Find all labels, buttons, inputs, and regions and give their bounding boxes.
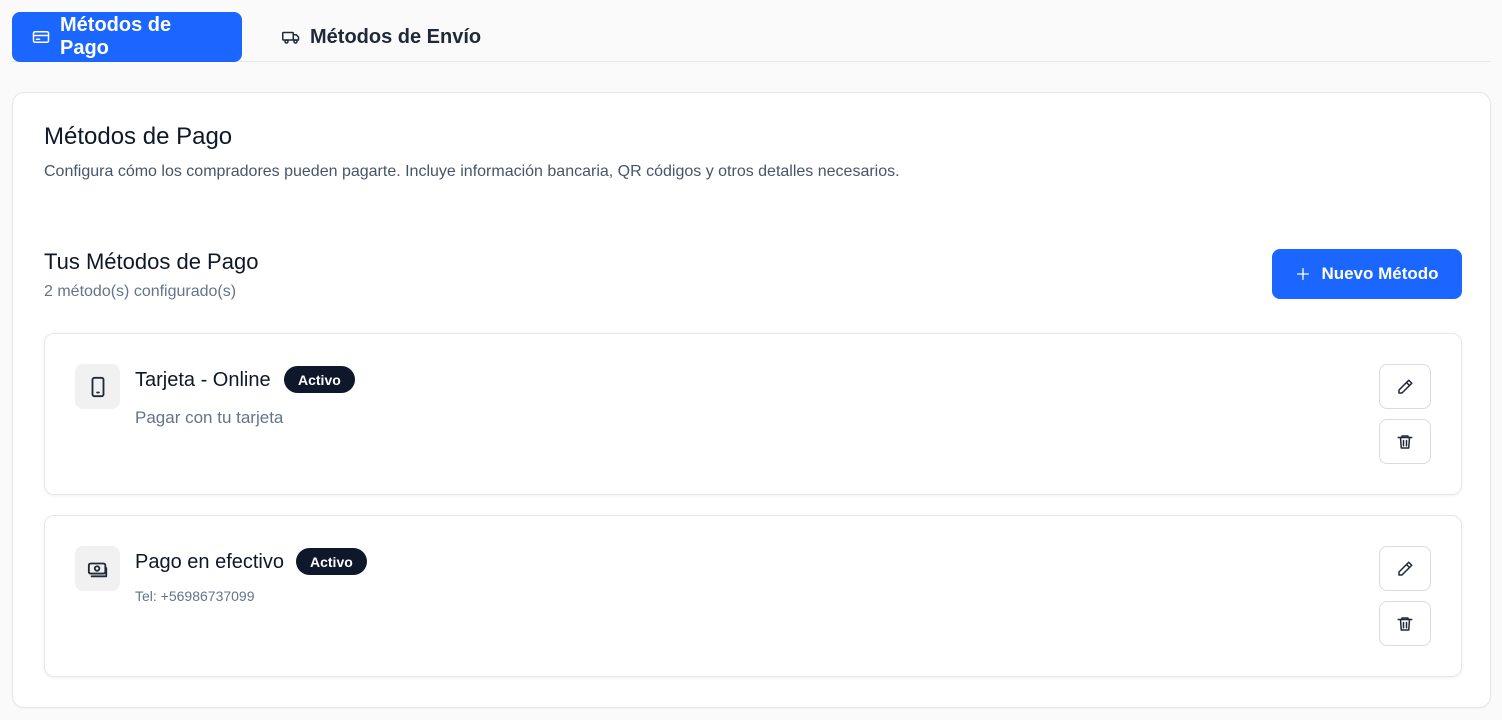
methods-count: 2 método(s) configurado(s) [44, 283, 237, 300]
delete-method-button[interactable] [1379, 601, 1431, 646]
tab-shipping-methods[interactable]: Métodos de Envío [242, 12, 501, 62]
payment-method-card: Pago en efectivo Activo Tel: +5698673709… [44, 515, 1462, 677]
page-title: Métodos de Pago [44, 123, 233, 150]
new-method-button[interactable]: Nuevo Método [1272, 249, 1462, 299]
tab-bar: Métodos de Pago Métodos de Envío [12, 12, 1491, 62]
method-icon-container [75, 546, 120, 591]
method-icon-container [75, 364, 120, 409]
new-method-label: Nuevo Método [1321, 264, 1439, 283]
payment-methods-panel: Métodos de Pago Configura cómo los compr… [12, 92, 1491, 708]
tab-label: Métodos de Pago [60, 14, 172, 59]
edit-method-button[interactable] [1379, 546, 1431, 591]
method-description: Tel: +56986737099 [135, 588, 255, 604]
status-badge: Activo [296, 548, 367, 575]
edit-method-button[interactable] [1379, 364, 1431, 409]
method-name: Tarjeta - Online [135, 369, 271, 391]
status-badge: Activo [284, 366, 355, 393]
pencil-icon [1398, 379, 1413, 394]
plus-icon [1297, 268, 1310, 280]
payment-method-card: Tarjeta - Online Activo Pagar con tu tar… [44, 333, 1462, 495]
truck-icon [282, 31, 300, 44]
delete-method-button[interactable] [1379, 419, 1431, 464]
page-description: Configura cómo los compradores pueden pa… [44, 163, 900, 180]
trash-icon [1397, 616, 1413, 631]
smartphone-icon [91, 376, 104, 397]
method-description: Pagar con tu tarjeta [135, 408, 284, 427]
cash-icon [87, 562, 107, 577]
section-title: Tus Métodos de Pago [44, 249, 259, 274]
credit-card-icon [32, 31, 50, 43]
tab-payment-methods[interactable]: Métodos de Pago [12, 12, 242, 62]
tab-label: Métodos de Envío [310, 25, 482, 48]
trash-icon [1397, 434, 1413, 449]
pencil-icon [1398, 561, 1413, 576]
method-name: Pago en efectivo [135, 551, 284, 573]
